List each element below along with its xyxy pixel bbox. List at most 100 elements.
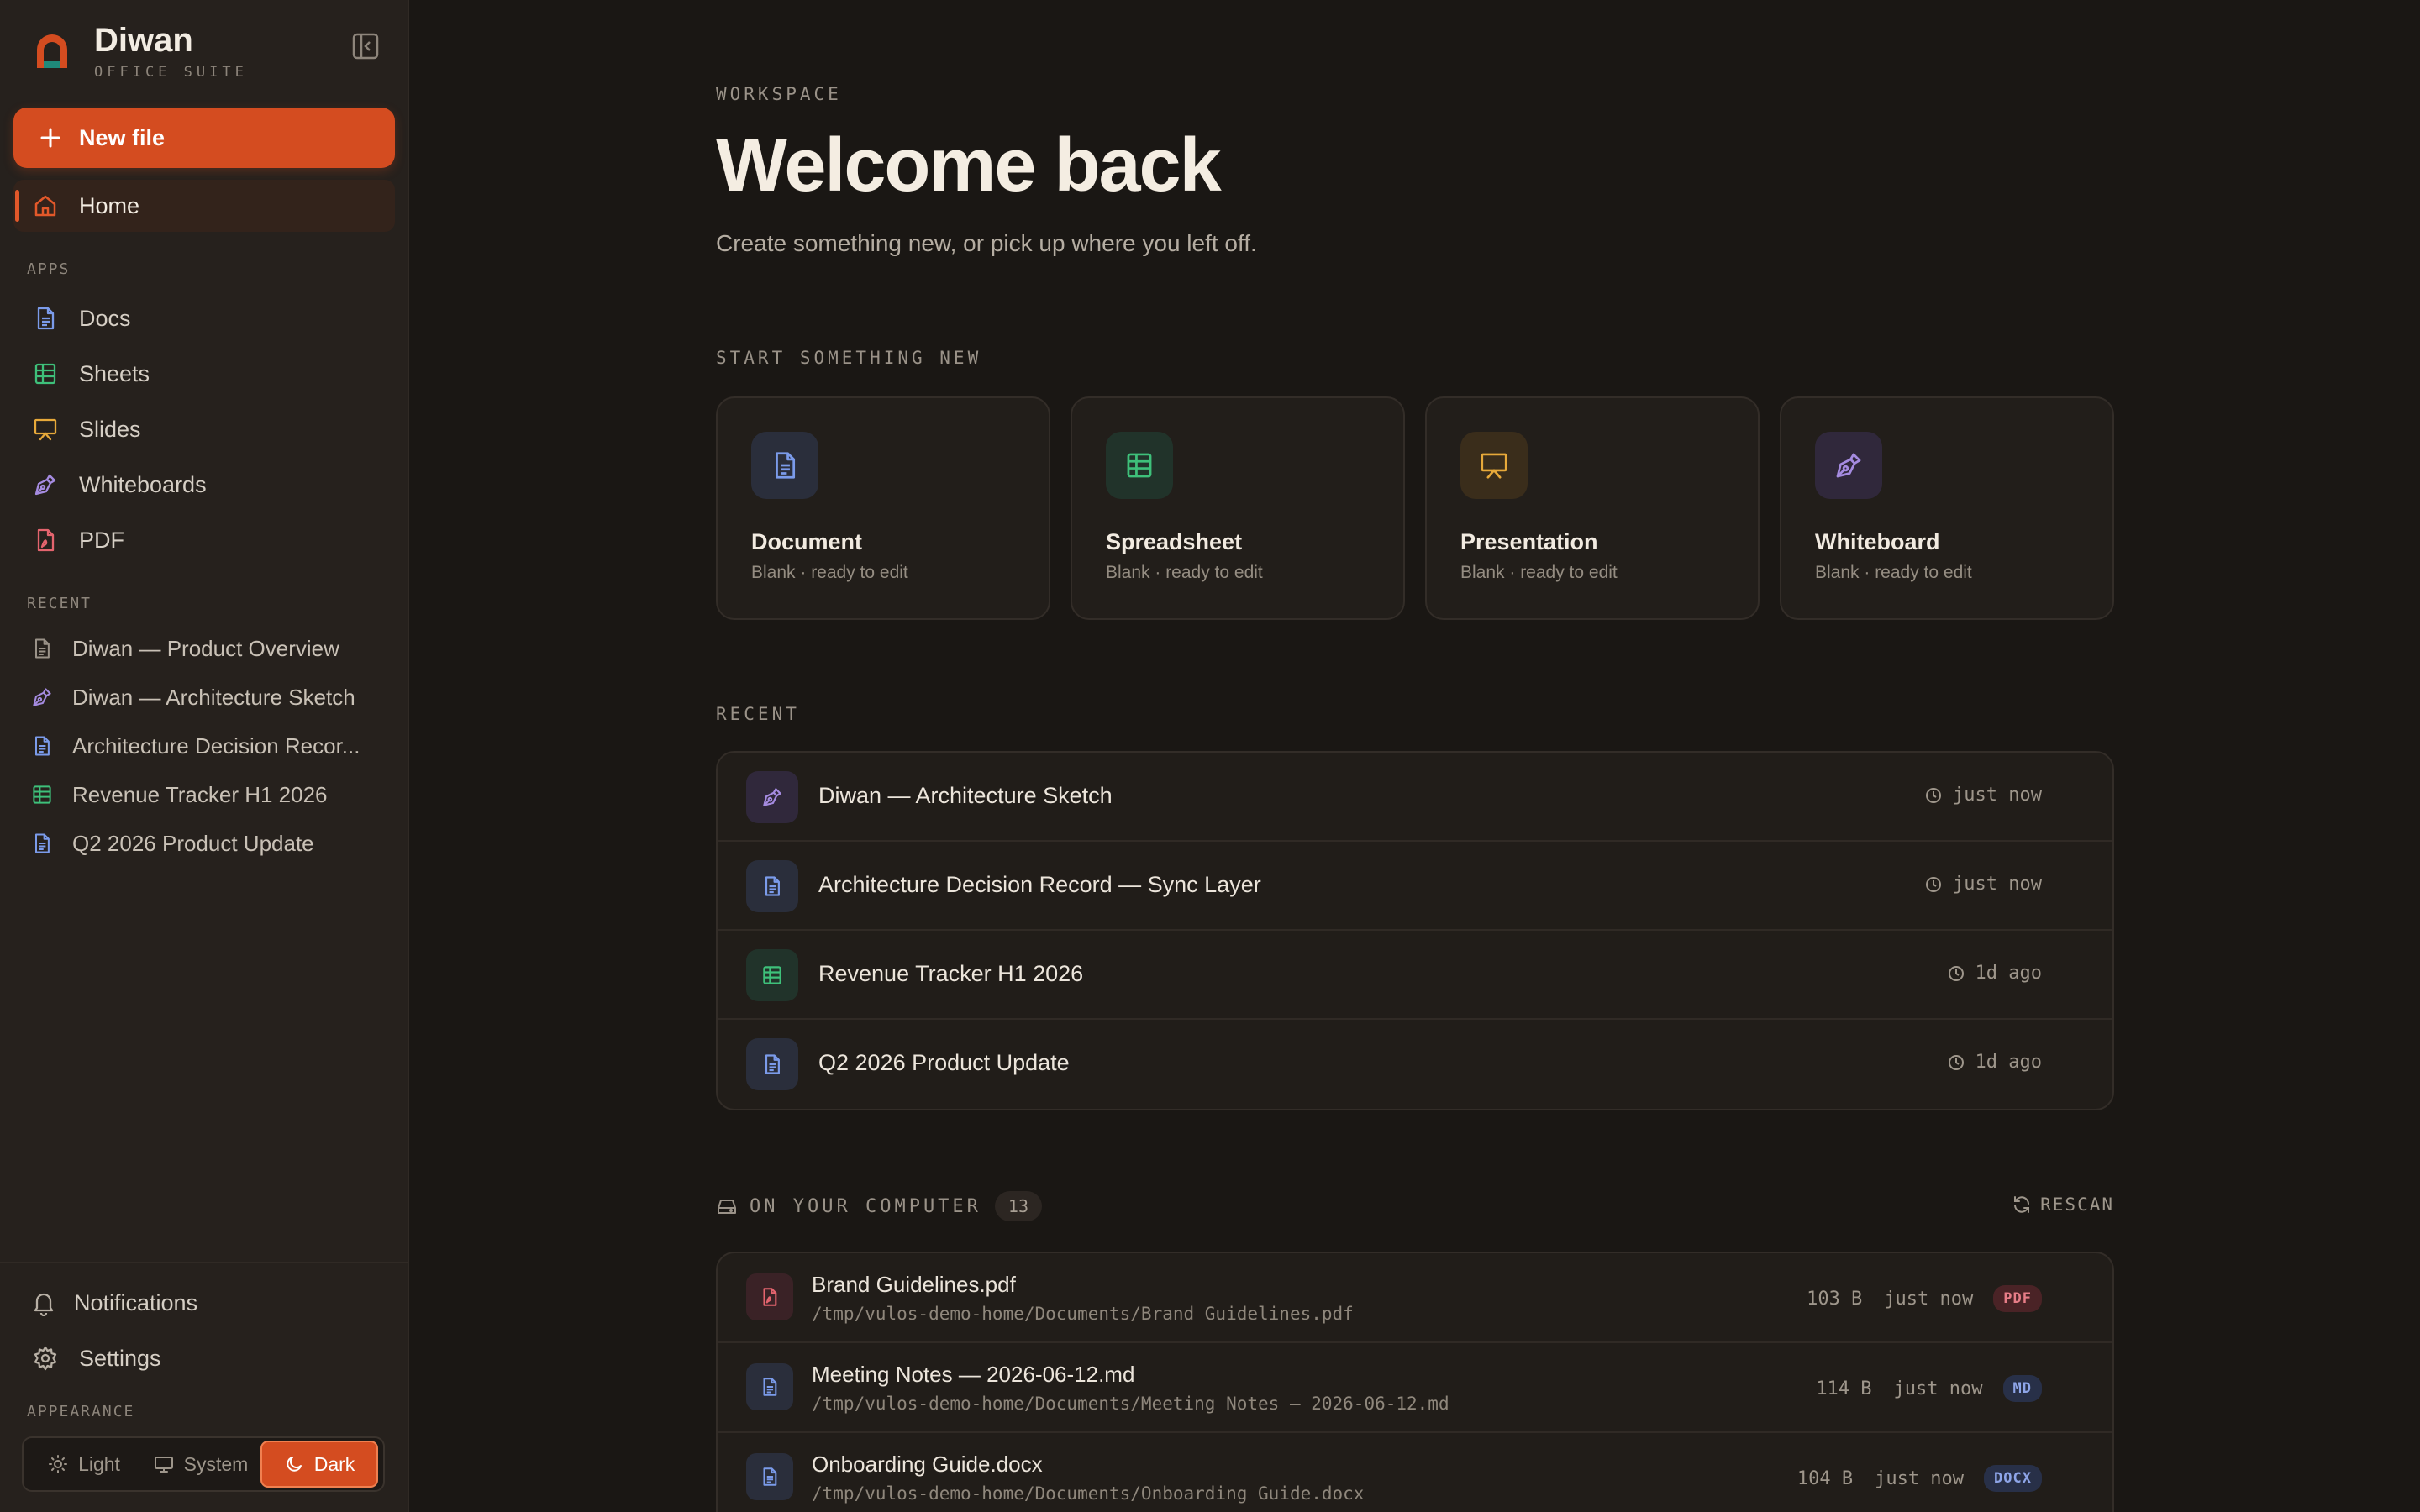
- card-subtitle: Blank · ready to edit: [1106, 563, 1263, 582]
- gear-icon: [34, 1346, 57, 1371]
- start-section-label: START SOMETHING NEW: [716, 348, 982, 368]
- pdf-icon: [37, 528, 55, 552]
- file-time: just now: [1884, 1288, 1974, 1310]
- card-title: Spreadsheet: [1106, 529, 1243, 554]
- sidebar-item-settings[interactable]: Settings: [13, 1332, 395, 1384]
- computer-files-list: Brand Guidelines.pdf /tmp/vulos-demo-hom…: [716, 1252, 2114, 1512]
- time-label: just now: [1953, 785, 2042, 806]
- file-path: /tmp/vulos-demo-home/Documents/Brand Gui…: [812, 1304, 1354, 1324]
- card-subtitle: Blank · ready to edit: [751, 563, 908, 582]
- file-type-badge: PDF: [1993, 1285, 2042, 1312]
- page-subtitle: Create something new, or pick up where y…: [716, 230, 1257, 256]
- row-icon-tile: [746, 1363, 793, 1410]
- theme-dark-option[interactable]: Dark: [260, 1441, 378, 1488]
- file-meta: 103 B just now PDF: [1807, 1285, 2042, 1312]
- sidebar-recent-item[interactable]: Diwan — Product Overview: [30, 628, 383, 669]
- file-type-badge: MD: [2002, 1375, 2042, 1402]
- rescan-button[interactable]: RESCAN: [2012, 1194, 2114, 1215]
- new-file-label: New file: [79, 124, 166, 150]
- new-whiteboard-card[interactable]: Whiteboard Blank · ready to edit: [1780, 396, 2114, 620]
- sidebar-item-notifications[interactable]: Notifications: [13, 1277, 395, 1329]
- row-icon-tile: [746, 860, 798, 912]
- appearance-section-label: APPEARANCE: [27, 1403, 135, 1420]
- sidebar-recent-item[interactable]: Q2 2026 Product Update: [30, 823, 383, 864]
- card-icon-tile: [751, 432, 818, 499]
- bell-icon: [34, 1293, 54, 1316]
- theme-system-option[interactable]: System: [141, 1441, 260, 1488]
- card-title: Whiteboard: [1815, 529, 1940, 554]
- pen-icon: [763, 788, 781, 806]
- sidebar-item-label: Sheets: [79, 360, 150, 386]
- recent-row-name: Revenue Tracker H1 2026: [818, 961, 1084, 986]
- time-label: just now: [1953, 874, 2042, 895]
- pen-icon: [33, 688, 51, 706]
- document-icon: [34, 736, 50, 756]
- sidebar-recent-label: Revenue Tracker H1 2026: [72, 781, 328, 807]
- pen-icon: [1836, 453, 1861, 478]
- file-row[interactable]: Onboarding Guide.docx /tmp/vulos-demo-ho…: [718, 1433, 2112, 1512]
- collapse-sidebar-icon[interactable]: [350, 30, 381, 62]
- sidebar-recent-label: Diwan — Product Overview: [72, 635, 339, 661]
- file-name: Brand Guidelines.pdf: [812, 1272, 1016, 1297]
- recent-row[interactable]: Revenue Tracker H1 2026 1d ago: [718, 931, 2112, 1020]
- document-icon: [765, 876, 780, 896]
- table-icon: [33, 785, 51, 804]
- sidebar-item-docs[interactable]: Docs: [13, 292, 395, 344]
- sidebar-item-whiteboards[interactable]: Whiteboards: [13, 459, 395, 511]
- new-spreadsheet-card[interactable]: Spreadsheet Blank · ready to edit: [1071, 396, 1405, 620]
- recent-row[interactable]: Q2 2026 Product Update 1d ago: [718, 1020, 2112, 1109]
- new-document-card[interactable]: Document Blank · ready to edit: [716, 396, 1050, 620]
- table-icon: [763, 966, 781, 984]
- refresh-icon: [2014, 1196, 2030, 1213]
- recent-row-time: just now: [1924, 785, 2042, 806]
- file-type-badge: DOCX: [1984, 1465, 2042, 1492]
- rescan-label: RESCAN: [2040, 1194, 2114, 1215]
- sidebar-item-label: Whiteboards: [79, 471, 207, 497]
- sidebar-recent-item[interactable]: Revenue Tracker H1 2026: [30, 774, 383, 815]
- recent-row[interactable]: Diwan — Architecture Sketch just now: [718, 753, 2112, 842]
- sidebar-recent-label: Q2 2026 Product Update: [72, 830, 314, 856]
- document-icon: [34, 833, 50, 853]
- file-row[interactable]: Brand Guidelines.pdf /tmp/vulos-demo-hom…: [718, 1253, 2112, 1343]
- clock-icon: [1926, 876, 1942, 892]
- diwan-logo-icon: [37, 34, 67, 68]
- card-title: Document: [751, 529, 863, 554]
- theme-light-option[interactable]: Light: [27, 1441, 141, 1488]
- sidebar-item-label: Docs: [79, 305, 131, 331]
- row-icon-tile: [746, 1453, 793, 1500]
- table-icon: [1127, 453, 1152, 478]
- card-subtitle: Blank · ready to edit: [1460, 563, 1618, 582]
- sidebar-item-pdf[interactable]: PDF: [13, 514, 395, 566]
- theme-dark-label: Dark: [313, 1452, 355, 1475]
- sidebar-item-sheets[interactable]: Sheets: [13, 348, 395, 400]
- document-icon: [763, 1378, 777, 1396]
- sidebar-item-home[interactable]: Home: [13, 180, 395, 232]
- recent-row-name: Diwan — Architecture Sketch: [818, 783, 1113, 808]
- recent-section-label: RECENT: [27, 595, 92, 612]
- document-icon: [37, 307, 55, 330]
- card-icon-tile: [1815, 432, 1882, 499]
- time-label: 1d ago: [1975, 1052, 2042, 1073]
- pdf-icon: [763, 1288, 777, 1306]
- time-label: 1d ago: [1975, 963, 2042, 984]
- new-file-button[interactable]: New file: [13, 108, 395, 168]
- workspace-kicker: WORKSPACE: [716, 84, 842, 104]
- plus-icon: [40, 128, 60, 148]
- row-icon-tile: [746, 1273, 793, 1320]
- document-icon: [776, 452, 796, 479]
- recent-row-time: 1d ago: [1947, 963, 2042, 984]
- new-presentation-card[interactable]: Presentation Blank · ready to edit: [1425, 396, 1760, 620]
- monitor-icon: [154, 1457, 173, 1473]
- recent-row[interactable]: Architecture Decision Record — Sync Laye…: [718, 842, 2112, 931]
- home-icon: [34, 195, 56, 217]
- brand-name: Diwan: [94, 22, 193, 59]
- sidebar-item-label: Notifications: [74, 1289, 198, 1315]
- sidebar-recent-item[interactable]: Architecture Decision Recor...: [30, 726, 383, 766]
- presentation-icon: [34, 418, 57, 441]
- sidebar-recent-item[interactable]: Diwan — Architecture Sketch: [30, 677, 383, 717]
- sidebar-recent-label: Diwan — Architecture Sketch: [72, 684, 355, 710]
- card-subtitle: Blank · ready to edit: [1815, 563, 1972, 582]
- presentation-icon: [1481, 453, 1507, 479]
- file-row[interactable]: Meeting Notes — 2026-06-12.md /tmp/vulos…: [718, 1343, 2112, 1433]
- sidebar-item-slides[interactable]: Slides: [13, 403, 395, 455]
